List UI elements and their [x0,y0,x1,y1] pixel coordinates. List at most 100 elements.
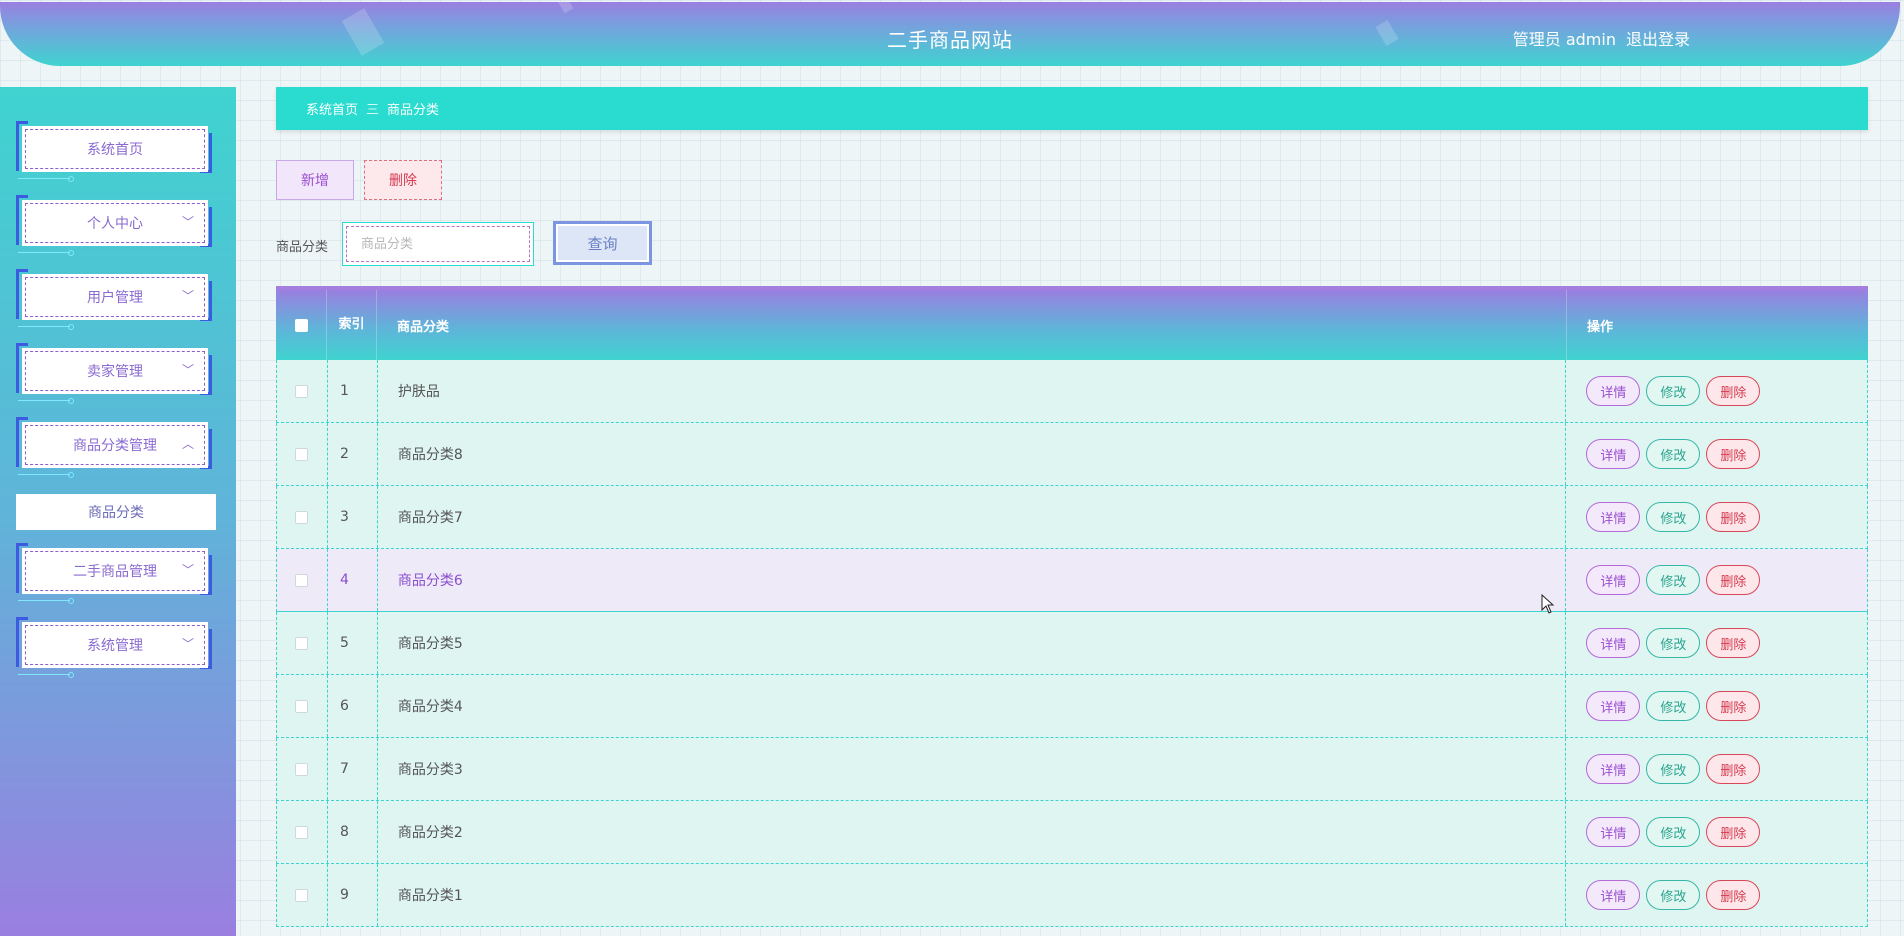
chevron-up-icon: ︿ [181,436,194,451]
delete-button[interactable]: 删除 [1706,439,1761,469]
menu-box-inner: 卖家管理 ﹀ [25,351,205,391]
row-checkbox[interactable] [295,888,309,902]
row-checkbox[interactable] [295,762,309,776]
delete-button[interactable]: 删除 [1706,691,1761,721]
menu-box-inner: 系统首页 [25,129,205,169]
top-header: 二手商品网站 管理员 admin 退出登录 [0,2,1900,66]
row-checkbox[interactable] [295,510,309,524]
breadcrumb-home[interactable]: 系统首页 [306,99,358,118]
decor-shape [556,2,574,14]
sidebar-item-home[interactable]: 系统首页 [16,121,212,182]
row-index: 8 [326,801,377,863]
row-checkbox[interactable] [295,699,309,713]
logout-link[interactable]: 退出登录 [1626,26,1690,50]
row-category-name: 商品分类5 [376,612,1565,674]
delete-button[interactable]: 删除 [1706,376,1761,406]
edit-button[interactable]: 修改 [1646,817,1701,847]
row-category-name: 商品分类8 [376,423,1565,485]
delete-button[interactable]: 删除 [1706,880,1761,910]
table-row: 3 商品分类7 详情 修改 删除 [276,486,1868,549]
chevron-down-icon: ﹀ [181,288,194,303]
query-button[interactable]: 查询 [553,221,652,265]
row-category-name: 商品分类3 [376,738,1565,800]
sidebar-item-system[interactable]: 系统管理 ﹀ [16,617,212,678]
edit-button[interactable]: 修改 [1646,880,1701,910]
delete-button[interactable]: 删除 [1706,565,1761,595]
detail-button[interactable]: 详情 [1586,439,1641,469]
sidebar: 系统首页 个人中心 ﹀ 用户管理 ﹀ 卖家管理 ﹀ 商品分类管理 ︿ 商品分类 … [0,87,236,936]
frame-line [18,326,70,327]
row-checkbox[interactable] [295,825,309,839]
select-all-checkbox[interactable] [294,318,308,332]
detail-button[interactable]: 详情 [1586,754,1641,784]
table-row: 8 商品分类2 详情 修改 删除 [276,801,1868,864]
add-button[interactable]: 新增 [276,160,354,200]
sidebar-item-goods-mgmt[interactable]: 二手商品管理 ﹀ [16,543,212,604]
header-index: 索引 [326,290,376,360]
detail-button[interactable]: 详情 [1586,691,1641,721]
edit-button[interactable]: 修改 [1646,565,1701,595]
frame-dot [68,472,74,478]
sidebar-item-profile[interactable]: 个人中心 ﹀ [16,195,212,256]
row-index: 3 [326,486,377,548]
table-row: 6 商品分类4 详情 修改 删除 [276,675,1868,738]
detail-button[interactable]: 详情 [1586,628,1641,658]
chevron-down-icon: ﹀ [181,562,194,577]
detail-button[interactable]: 详情 [1586,817,1641,847]
sidebar-item-users[interactable]: 用户管理 ﹀ [16,269,212,330]
row-index: 9 [326,864,377,926]
detail-button[interactable]: 详情 [1586,376,1641,406]
frame-dot [68,672,74,678]
row-actions: 详情 修改 删除 [1565,675,1867,737]
category-search-input[interactable] [346,226,530,262]
menu-box: 个人中心 ﹀ [22,200,208,246]
header-ops: 操作 [1566,290,1868,360]
chevron-down-icon: ﹀ [181,214,194,229]
header-category: 商品分类 [376,290,1566,360]
row-index: 7 [326,738,377,800]
frame-line [18,400,70,401]
detail-button[interactable]: 详情 [1586,565,1641,595]
row-actions: 详情 修改 删除 [1565,423,1867,485]
delete-button[interactable]: 删除 [1706,628,1761,658]
batch-delete-button[interactable]: 删除 [364,160,442,200]
sidebar-subitem-category[interactable]: 商品分类 [16,494,216,530]
sidebar-item-sellers[interactable]: 卖家管理 ﹀ [16,343,212,404]
row-actions: 详情 修改 删除 [1565,738,1867,800]
menu-box-inner: 系统管理 ﹀ [25,625,205,665]
menu-box: 二手商品管理 ﹀ [22,548,208,594]
category-table: 索引 商品分类 操作 1 护肤品 详情 修改 删除 2 商品分类8 详情 修改 删除 3 商品分类7 详… [276,286,1868,927]
table-row: 7 商品分类3 详情 修改 删除 [276,738,1868,801]
row-select-cell [277,864,327,926]
detail-button[interactable]: 详情 [1586,880,1641,910]
edit-button[interactable]: 修改 [1646,439,1701,469]
frame-dot [68,176,74,182]
row-category-name: 护肤品 [376,360,1565,422]
frame-dot [68,324,74,330]
table-row: 4 商品分类6 详情 修改 删除 [276,549,1868,612]
row-checkbox[interactable] [295,384,309,398]
edit-button[interactable]: 修改 [1646,502,1701,532]
menu-box: 商品分类管理 ︿ [22,422,208,468]
detail-button[interactable]: 详情 [1586,502,1641,532]
row-checkbox[interactable] [295,573,309,587]
delete-button[interactable]: 删除 [1706,754,1761,784]
row-select-cell [277,486,327,548]
row-actions: 详情 修改 删除 [1565,612,1867,674]
edit-button[interactable]: 修改 [1646,691,1701,721]
row-actions: 详情 修改 删除 [1565,549,1867,611]
row-category-name: 商品分类7 [376,486,1565,548]
edit-button[interactable]: 修改 [1646,376,1701,406]
row-checkbox[interactable] [295,636,309,650]
row-category-name: 商品分类2 [376,801,1565,863]
delete-button[interactable]: 删除 [1706,502,1761,532]
sidebar-item-category-mgmt[interactable]: 商品分类管理 ︿ [16,417,212,478]
frame-dot [68,598,74,604]
delete-button[interactable]: 删除 [1706,817,1761,847]
breadcrumb-current: 商品分类 [387,103,440,118]
edit-button[interactable]: 修改 [1646,628,1701,658]
menu-box: 用户管理 ﹀ [22,274,208,320]
row-actions: 详情 修改 删除 [1565,864,1867,926]
row-checkbox[interactable] [295,447,309,461]
edit-button[interactable]: 修改 [1646,754,1701,784]
